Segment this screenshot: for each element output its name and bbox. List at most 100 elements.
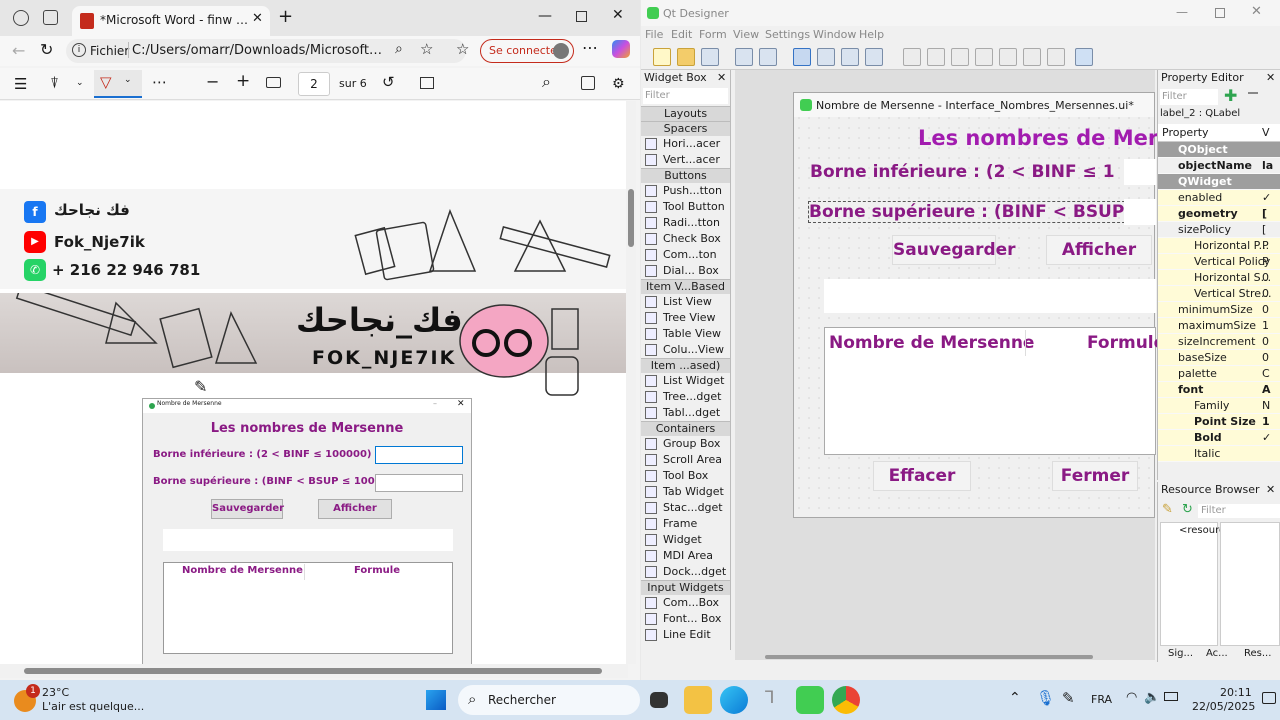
property-row[interactable]: palette C: [1158, 366, 1280, 382]
widget-item[interactable]: List Widget: [641, 373, 730, 389]
property-row[interactable]: Horizontal S... 0: [1158, 270, 1280, 286]
resource-filter[interactable]: Filter: [1198, 504, 1280, 518]
property-row[interactable]: sizePolicy [: [1158, 222, 1280, 238]
form-bsup-label[interactable]: Borne supérieure : (BINF < BSUP ≤: [808, 201, 1146, 223]
widget-item[interactable]: Line Edit: [641, 627, 730, 643]
close-icon[interactable]: ✕: [1266, 70, 1275, 86]
new-tab-icon[interactable]: +: [278, 6, 293, 27]
zoom-icon[interactable]: ⌕: [395, 41, 403, 57]
layout-horizontal-icon[interactable]: [903, 48, 921, 66]
property-value[interactable]: ✓: [1262, 190, 1271, 206]
fit-page-icon[interactable]: [266, 77, 281, 88]
property-value[interactable]: 1: [1262, 318, 1269, 334]
form-close-button[interactable]: Fermer: [1052, 461, 1138, 491]
search-icon[interactable]: ⌕: [542, 72, 551, 92]
resource-list[interactable]: [1220, 522, 1280, 646]
settings-icon[interactable]: ⚙: [612, 76, 625, 92]
property-row[interactable]: Italic: [1158, 446, 1280, 462]
widget-item[interactable]: Tree...dget: [641, 389, 730, 405]
weather-desc[interactable]: L'air est quelque...: [42, 700, 144, 713]
chrome-icon[interactable]: [832, 686, 860, 714]
property-row[interactable]: minimumSize 0: [1158, 302, 1280, 318]
tab-resources[interactable]: Res...: [1244, 648, 1271, 659]
chevron-down-icon[interactable]: ⌄: [124, 75, 132, 85]
more-icon[interactable]: ⋯: [582, 38, 598, 57]
chevron-up-icon[interactable]: ⌃: [1009, 690, 1021, 706]
maximize-icon[interactable]: [576, 11, 587, 22]
search-box[interactable]: ⌕ Rechercher: [458, 685, 640, 715]
file-explorer-icon[interactable]: [684, 686, 712, 714]
url-box[interactable]: i Fichier C:/Users/omarr/Downloads/Micro…: [66, 39, 466, 63]
copilot-icon[interactable]: [612, 40, 630, 58]
page-view-icon[interactable]: [420, 77, 434, 89]
tab-signals[interactable]: Sig...: [1168, 648, 1193, 659]
property-row[interactable]: Horizontal P... P: [1158, 238, 1280, 254]
property-value[interactable]: ✓: [1262, 430, 1271, 446]
remove-property-icon[interactable]: [1248, 92, 1258, 94]
url-text[interactable]: C:/Users/omarr/Downloads/Microsoft%20Wor…: [132, 43, 388, 58]
property-value[interactable]: P: [1262, 238, 1269, 254]
edge-icon[interactable]: [720, 686, 748, 714]
property-value[interactable]: A: [1262, 382, 1271, 398]
widget-item[interactable]: Com...ton: [641, 247, 730, 263]
wifi-icon[interactable]: ◠: [1126, 690, 1137, 705]
form-binf-label[interactable]: Borne inférieure : (2 < BINF ≤ 1: [810, 162, 1115, 182]
widget-item[interactable]: Com...Box: [641, 595, 730, 611]
info-icon[interactable]: i: [72, 43, 86, 57]
widget-item[interactable]: Widget: [641, 532, 730, 548]
edit-buddies-icon[interactable]: [841, 48, 859, 66]
widget-item[interactable]: Tool Box: [641, 468, 730, 484]
save-form-icon[interactable]: [701, 48, 719, 66]
widget-filter[interactable]: Filter: [643, 88, 728, 104]
menu-form[interactable]: Form: [699, 28, 727, 41]
widget-group-header[interactable]: Item V...Based: [641, 279, 730, 294]
widget-item[interactable]: Dial... Box: [641, 263, 730, 279]
widget-item[interactable]: Tree View: [641, 310, 730, 326]
property-value[interactable]: 0: [1262, 350, 1269, 366]
resource-root[interactable]: <resourc: [1179, 525, 1224, 536]
menu-file[interactable]: File: [645, 28, 663, 41]
page-number-input[interactable]: 2: [298, 72, 330, 96]
widget-item[interactable]: Check Box: [641, 231, 730, 247]
signin-button[interactable]: Se connecter: [480, 39, 574, 63]
property-value[interactable]: la: [1262, 158, 1273, 174]
widget-item[interactable]: MDI Area: [641, 548, 730, 564]
clock-time[interactable]: 20:11: [1220, 686, 1252, 699]
bring-front-icon[interactable]: [759, 48, 777, 66]
form-result-field[interactable]: [824, 279, 1156, 313]
microphone-icon[interactable]: 🎙: [1036, 689, 1055, 707]
layout-split-h-icon[interactable]: [951, 48, 969, 66]
layout-form-icon[interactable]: [1023, 48, 1041, 66]
favorites-bar-icon[interactable]: ☆: [456, 40, 469, 58]
scroll-thumb[interactable]: [628, 189, 634, 247]
close-icon[interactable]: ✕: [717, 70, 726, 86]
refresh-icon[interactable]: ↻: [40, 40, 53, 59]
minimize-icon[interactable]: —: [538, 8, 552, 24]
widget-item[interactable]: List View: [641, 294, 730, 310]
back-icon[interactable]: ←: [12, 41, 25, 60]
tab-actions-icon[interactable]: [43, 10, 58, 25]
widget-group-header[interactable]: Containers: [641, 421, 730, 436]
menu-edit[interactable]: Edit: [671, 28, 692, 41]
battery-icon[interactable]: [1164, 692, 1178, 701]
canvas-scrollbar[interactable]: [765, 655, 1093, 659]
property-value[interactable]: 0: [1262, 270, 1269, 286]
save-icon[interactable]: [581, 76, 595, 90]
scroll-thumb[interactable]: [24, 668, 602, 674]
form-show-button[interactable]: Afficher: [1046, 235, 1152, 265]
widget-item[interactable]: Hori...acer: [641, 136, 730, 152]
resource-tree[interactable]: <resourc: [1160, 522, 1224, 646]
break-layout-icon[interactable]: [1047, 48, 1065, 66]
widget-group-header[interactable]: Layouts: [641, 106, 730, 121]
form-col-header[interactable]: Nombre de Mersenne: [829, 333, 1034, 353]
minimize-icon[interactable]: —: [1176, 5, 1188, 19]
property-value[interactable]: N: [1262, 398, 1270, 414]
qt-designer-icon[interactable]: [796, 686, 824, 714]
more-tools-icon[interactable]: ⋯: [152, 73, 167, 91]
form-save-button[interactable]: Sauvegarder: [892, 235, 1016, 265]
property-value[interactable]: 1: [1262, 414, 1270, 430]
property-filter[interactable]: Filter: [1160, 89, 1218, 105]
send-back-icon[interactable]: [735, 48, 753, 66]
layout-split-v-icon[interactable]: [975, 48, 993, 66]
widget-item[interactable]: Push...tton: [641, 183, 730, 199]
